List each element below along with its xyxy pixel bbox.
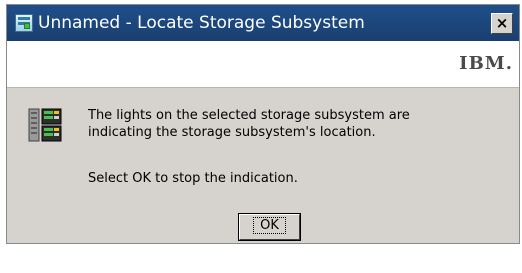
storage-manager-app-icon xyxy=(15,14,33,32)
app-icon-status-dot xyxy=(24,23,30,29)
storage-subsystem-icon xyxy=(28,108,62,142)
window-title: Unnamed - Locate Storage Subsystem xyxy=(38,13,365,33)
title-bar[interactable]: Unnamed - Locate Storage Subsystem × xyxy=(7,5,519,41)
locate-message-line-2: indicating the storage subsystem's locat… xyxy=(88,125,376,140)
locate-storage-subsystem-dialog: Unnamed - Locate Storage Subsystem × IBM… xyxy=(6,4,520,244)
ok-button-label: OK xyxy=(253,217,286,234)
dialog-content: The lights on the selected storage subsy… xyxy=(7,88,519,243)
banner: IBM. xyxy=(7,41,519,88)
ok-button[interactable]: OK xyxy=(238,213,301,241)
locate-message: The lights on the selected storage subsy… xyxy=(88,107,488,141)
stop-indication-instruction: Select OK to stop the indication. xyxy=(88,171,298,186)
ibm-logo: IBM. xyxy=(459,53,513,74)
app-icon-bar-top xyxy=(18,17,30,20)
locate-message-line-1: The lights on the selected storage subsy… xyxy=(88,108,410,123)
close-button[interactable]: × xyxy=(491,13,513,34)
